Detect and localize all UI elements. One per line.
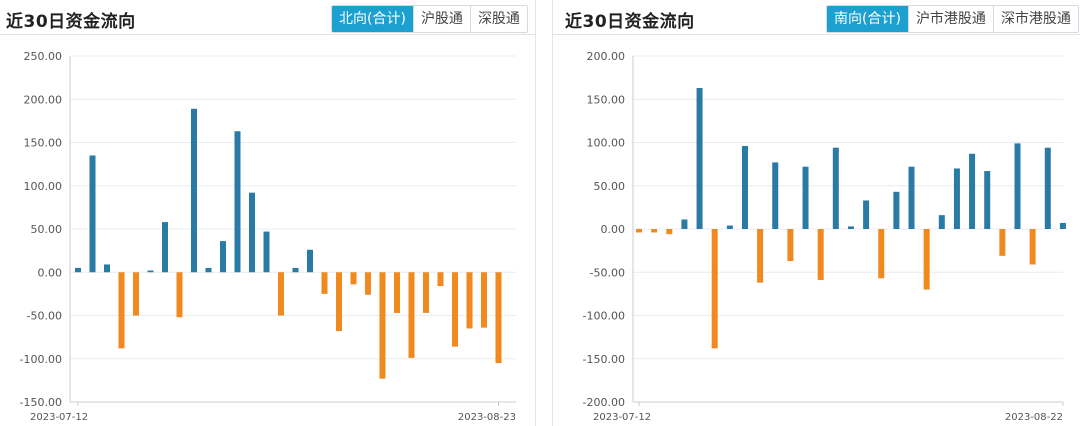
flow-bar[interactable] bbox=[817, 229, 824, 281]
flow-bar[interactable] bbox=[162, 222, 168, 273]
flow-bar[interactable] bbox=[481, 272, 487, 328]
flow-bar[interactable] bbox=[249, 192, 255, 273]
x-end-date-label: 2023-08-23 bbox=[458, 412, 516, 423]
flow-bar[interactable] bbox=[772, 162, 779, 229]
flow-bar[interactable] bbox=[681, 219, 688, 229]
y-tick-label: 0.00 bbox=[38, 266, 63, 279]
y-tick-label: -100.00 bbox=[20, 353, 62, 366]
y-tick-label: 50.00 bbox=[31, 223, 63, 236]
flow-bar[interactable] bbox=[292, 267, 299, 273]
flow-bar[interactable] bbox=[711, 229, 718, 349]
flow-bar[interactable] bbox=[938, 215, 945, 229]
y-tick-label: -200.00 bbox=[583, 396, 625, 409]
northbound-panel: 近30日资金流向 北向(合计) 沪股通 深股通 250.00 200.00 150.… bbox=[0, 0, 536, 426]
flow-bar[interactable] bbox=[205, 267, 212, 273]
flow-bar[interactable] bbox=[923, 229, 930, 290]
flow-bar[interactable] bbox=[75, 267, 81, 273]
flow-bar[interactable] bbox=[365, 272, 371, 295]
flow-bar[interactable] bbox=[176, 272, 183, 318]
flow-bar[interactable] bbox=[336, 272, 342, 332]
flow-bar[interactable] bbox=[999, 229, 1006, 256]
flow-bar[interactable] bbox=[893, 191, 900, 229]
flow-bar[interactable] bbox=[278, 272, 284, 316]
flow-bar[interactable] bbox=[878, 229, 885, 279]
y-tick-label: 150.00 bbox=[587, 93, 626, 106]
flow-bar[interactable] bbox=[423, 272, 429, 313]
x-start-date-label: 2023-07-12 bbox=[30, 412, 88, 423]
y-tick-label: 0.00 bbox=[601, 223, 626, 236]
y-tick-label: 150.00 bbox=[24, 137, 63, 150]
flow-bar[interactable] bbox=[350, 272, 357, 285]
flow-bar[interactable] bbox=[787, 229, 794, 261]
northbound-flow-chart: 250.00 200.00 150.00 100.00 50.00 0.00 -50.00 -… bbox=[20, 50, 516, 423]
flow-bar[interactable] bbox=[726, 225, 733, 229]
flow-bar[interactable] bbox=[263, 231, 270, 273]
x-start-date-label: 2023-07-12 bbox=[593, 412, 651, 423]
y-tick-label: -50.00 bbox=[590, 266, 625, 279]
y-tick-label: 200.00 bbox=[24, 93, 63, 106]
page: 近30日资金流向 北向(合计) 沪股通 深股通 250.00 200.00 150.… bbox=[0, 0, 1080, 426]
y-tick-label: 200.00 bbox=[587, 50, 626, 63]
y-tick-label: -150.00 bbox=[20, 396, 62, 409]
flow-bar[interactable] bbox=[666, 229, 673, 235]
flow-bar[interactable] bbox=[651, 229, 658, 233]
flow-bar[interactable] bbox=[321, 272, 328, 294]
flow-bar[interactable] bbox=[147, 270, 154, 273]
flow-bar[interactable] bbox=[437, 272, 444, 287]
flow-bar[interactable] bbox=[394, 272, 400, 313]
southbound-flow-chart: 200.00 150.00 100.00 50.00 0.00 -50.00 -100.00… bbox=[583, 50, 1066, 423]
y-tick-label: -150.00 bbox=[583, 353, 625, 366]
flow-bar[interactable] bbox=[89, 155, 96, 273]
flow-bar[interactable] bbox=[969, 153, 976, 229]
flow-bar[interactable] bbox=[133, 272, 139, 316]
flow-bar[interactable] bbox=[1044, 147, 1051, 229]
flow-bar[interactable] bbox=[234, 131, 241, 273]
flow-bar[interactable] bbox=[1014, 143, 1021, 229]
southbound-panel: 近30日资金流向 南向(合计) 沪市港股通 深市港股通 200.00 150.00… bbox=[552, 0, 1080, 426]
y-tick-label: -50.00 bbox=[27, 310, 62, 323]
flow-bar[interactable] bbox=[863, 200, 870, 229]
flow-bar[interactable] bbox=[118, 272, 125, 349]
flow-bar[interactable] bbox=[1029, 229, 1036, 265]
flow-bar[interactable] bbox=[636, 229, 642, 233]
flow-bar[interactable] bbox=[832, 147, 839, 229]
flow-bar[interactable] bbox=[908, 166, 915, 229]
flow-bar[interactable] bbox=[452, 272, 458, 347]
flow-bar[interactable] bbox=[191, 108, 197, 273]
x-end-date-label: 2023-08-22 bbox=[1005, 412, 1063, 423]
flow-bar[interactable] bbox=[847, 226, 854, 229]
flow-bar[interactable] bbox=[408, 272, 415, 358]
flow-bar[interactable] bbox=[802, 166, 809, 229]
flow-bar[interactable] bbox=[741, 145, 748, 229]
flow-bar[interactable] bbox=[696, 88, 703, 229]
flow-bar[interactable] bbox=[104, 264, 110, 273]
y-tick-label: 250.00 bbox=[24, 50, 63, 63]
flow-bar[interactable] bbox=[1059, 222, 1066, 229]
flow-bar[interactable] bbox=[984, 171, 991, 229]
y-tick-label: 50.00 bbox=[594, 180, 626, 193]
flow-bar[interactable] bbox=[466, 272, 473, 329]
flow-bar[interactable] bbox=[495, 272, 502, 364]
flow-bar[interactable] bbox=[220, 241, 226, 273]
y-tick-label: 100.00 bbox=[24, 180, 63, 193]
y-tick-label: -100.00 bbox=[583, 310, 625, 323]
y-tick-label: 100.00 bbox=[587, 137, 626, 150]
flow-bar[interactable] bbox=[953, 168, 960, 229]
flow-bar[interactable] bbox=[307, 249, 313, 273]
flow-bar[interactable] bbox=[379, 272, 386, 379]
flow-bar[interactable] bbox=[757, 229, 764, 283]
